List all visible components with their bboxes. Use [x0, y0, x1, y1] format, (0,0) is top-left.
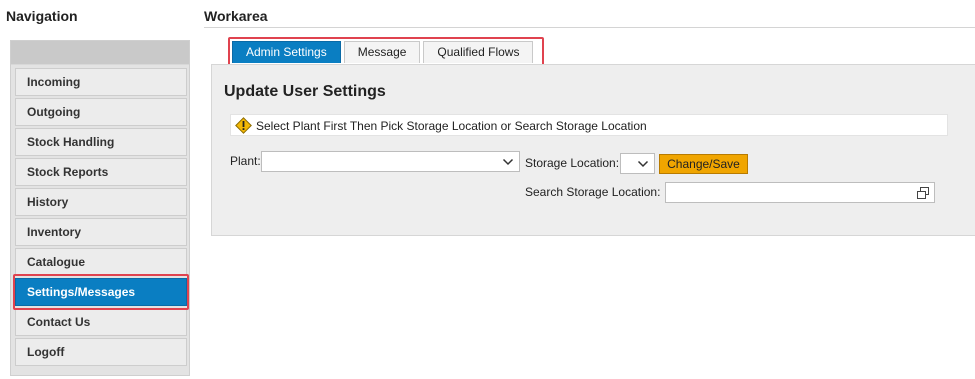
warning-icon: [235, 117, 252, 134]
chevron-down-icon: [502, 158, 514, 166]
chevron-down-icon: [637, 160, 649, 168]
nav-item-incoming[interactable]: Incoming: [15, 68, 187, 96]
plant-select[interactable]: [261, 151, 520, 172]
nav-item-inventory[interactable]: Inventory: [15, 218, 187, 246]
nav-item-catalogue[interactable]: Catalogue: [15, 248, 187, 276]
tab-qualified-flows[interactable]: Qualified Flows: [423, 41, 534, 63]
storage-location-label: Storage Location:: [525, 156, 620, 170]
search-storage-location-label: Search Storage Location:: [525, 185, 661, 199]
workarea-tabs: Admin Settings Message Qualified Flows: [232, 41, 536, 64]
nav-item-stock-reports[interactable]: Stock Reports: [15, 158, 187, 186]
workarea-panel: Update User Settings Select Plant First …: [211, 64, 975, 236]
warning-message-text: Select Plant First Then Pick Storage Loc…: [256, 119, 647, 133]
warning-message-strip: Select Plant First Then Pick Storage Loc…: [230, 114, 948, 136]
nav-item-logoff[interactable]: Logoff: [15, 338, 187, 366]
navigation-panel-header: [11, 41, 189, 65]
tab-message[interactable]: Message: [343, 41, 421, 63]
tab-admin-settings[interactable]: Admin Settings: [232, 41, 341, 63]
change-save-button[interactable]: Change/Save: [659, 154, 748, 174]
heading-divider: [204, 27, 975, 28]
nav-item-settings-messages[interactable]: Settings/Messages: [15, 278, 187, 306]
nav-item-contact-us[interactable]: Contact Us: [15, 308, 187, 336]
storage-location-select[interactable]: [620, 153, 655, 174]
navigation-list: Incoming Outgoing Stock Handling Stock R…: [15, 68, 187, 368]
value-help-icon[interactable]: [916, 186, 930, 200]
workarea-heading: Workarea: [204, 8, 268, 24]
nav-item-outgoing[interactable]: Outgoing: [15, 98, 187, 126]
navigation-panel: Incoming Outgoing Stock Handling Stock R…: [10, 40, 190, 376]
nav-item-stock-handling[interactable]: Stock Handling: [15, 128, 187, 156]
search-storage-location-field: [665, 182, 935, 203]
nav-item-history[interactable]: History: [15, 188, 187, 216]
plant-label: Plant:: [230, 154, 261, 168]
panel-title: Update User Settings: [224, 83, 386, 100]
search-storage-location-input[interactable]: [666, 183, 906, 202]
navigation-heading: Navigation: [6, 8, 78, 24]
